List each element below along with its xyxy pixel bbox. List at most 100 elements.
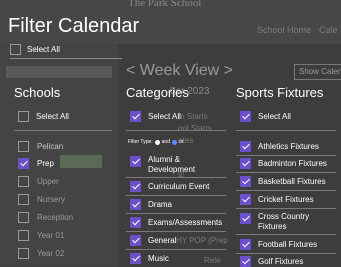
select-all-top-checkbox[interactable] (10, 44, 21, 55)
sports-select-all-checkbox[interactable] (240, 111, 251, 122)
sport-checkbox[interactable] (240, 213, 251, 224)
category-checkbox[interactable] (130, 235, 141, 246)
divider (126, 249, 226, 250)
school-checkbox[interactable] (18, 229, 29, 241)
category-item-music[interactable]: Music (130, 253, 169, 264)
schools-select-all-checkbox[interactable] (18, 111, 29, 122)
sport-checkbox[interactable] (240, 141, 251, 152)
sport-label: Basketball Fixtures (258, 176, 326, 186)
category-item-exams[interactable]: Exams/Assessments (130, 217, 222, 228)
category-item-alumni[interactable]: Alumni & Development (130, 155, 195, 175)
school-checkbox[interactable] (18, 157, 29, 169)
school-item-upper[interactable]: Upper (18, 172, 112, 190)
category-checkbox[interactable] (130, 217, 141, 228)
category-item-curriculum[interactable]: Curriculum Event (130, 181, 209, 192)
school-checkbox[interactable] (18, 247, 29, 259)
sport-label: Badminton Fixtures (258, 158, 327, 168)
school-item-nursery[interactable]: Nursery (18, 190, 112, 208)
schools-select-all[interactable]: Select All (18, 111, 69, 122)
school-item-year-02[interactable]: Year 02 (18, 244, 112, 262)
category-checkbox[interactable] (130, 181, 141, 192)
sport-checkbox[interactable] (240, 256, 251, 267)
filter-and-radio[interactable] (154, 139, 160, 145)
filter-title: Filter Calendar (8, 15, 140, 37)
background-event-line: HY POP (Prep (176, 236, 228, 245)
sport-checkbox[interactable] (240, 194, 251, 205)
school-checkbox[interactable] (18, 140, 29, 152)
schools-select-all-label: Select All (36, 111, 69, 121)
category-label-line1: Alumni & (148, 155, 181, 164)
category-label: Curriculum Event (148, 181, 210, 191)
filter-type-label: Filter Type: (128, 139, 153, 145)
sport-item-football[interactable]: Football Fixtures (240, 239, 317, 250)
divider (126, 213, 226, 214)
category-label: Exams/Assessments (148, 217, 223, 227)
filter-or-radio[interactable] (171, 139, 177, 145)
categories-select-all-label: Select All (148, 111, 181, 121)
category-label-line2: Development (148, 165, 196, 174)
school-label: Nursery (37, 194, 66, 204)
background-event-line: Rele (204, 256, 221, 265)
sport-item-badminton[interactable]: Badminton Fixtures (240, 158, 327, 169)
category-checkbox[interactable] (130, 253, 141, 264)
divider (126, 177, 226, 178)
divider (126, 130, 226, 131)
sport-label: Golf Fixtures (258, 256, 304, 266)
sport-item-basketball[interactable]: Basketball Fixtures (240, 176, 326, 187)
sport-checkbox[interactable] (240, 176, 251, 187)
school-label: Pelican (37, 141, 64, 151)
filter-type: Filter Type: and or (128, 139, 183, 145)
category-checkbox[interactable] (130, 199, 141, 210)
sport-checkbox[interactable] (240, 239, 251, 250)
background-week-view: < Week View > (126, 62, 234, 79)
school-label: Prep (37, 158, 54, 168)
school-checkbox[interactable] (18, 193, 29, 205)
divider (126, 195, 226, 196)
categories-heading: Categories (126, 85, 189, 100)
school-checkbox[interactable] (18, 211, 29, 223)
sport-item-athletics[interactable]: Athletics Fixtures (240, 141, 319, 152)
school-item-year-01[interactable]: Year 01 (18, 226, 112, 244)
category-item-general[interactable]: General (130, 235, 176, 246)
sport-label-line2: Fixtures (258, 222, 287, 231)
sport-checkbox[interactable] (240, 158, 251, 169)
select-all-top[interactable]: Select All (10, 44, 60, 55)
divider (10, 58, 122, 59)
divider (236, 190, 336, 191)
category-item-drama[interactable]: Drama (130, 199, 172, 210)
school-checkbox[interactable] (18, 175, 29, 187)
background-nav-calendar: Cale (319, 25, 338, 35)
category-label: Music (148, 253, 169, 263)
school-item-reception[interactable]: Reception (18, 208, 112, 226)
background-school-name: The Park School (128, 0, 202, 9)
sport-label: Cricket Fixtures (258, 194, 314, 204)
categories-select-all[interactable]: Select All (130, 111, 181, 122)
sports-select-all-label: Select All (258, 111, 291, 121)
divider (126, 231, 226, 232)
category-label: General (148, 235, 177, 245)
category-label: Alumni & Development (148, 155, 195, 175)
divider (14, 130, 112, 131)
divider (236, 208, 336, 209)
divider (236, 155, 336, 156)
divider (236, 234, 336, 235)
schools-heading: Schools (14, 85, 61, 100)
category-checkbox[interactable] (130, 156, 141, 167)
sports-heading: Sports Fixtures (236, 85, 324, 100)
divider (236, 253, 336, 254)
school-item-prep[interactable]: Prep (18, 154, 112, 172)
sports-select-all[interactable]: Select All (240, 111, 291, 122)
filter-and-label: and (161, 139, 170, 145)
filter-or-label: or (178, 139, 184, 145)
school-label: Upper (37, 176, 59, 186)
divider (236, 130, 336, 131)
background-mini-calendar (6, 66, 112, 78)
school-label: Year 01 (37, 230, 65, 240)
background-nav-home: School Home (257, 25, 312, 35)
sport-item-cricket[interactable]: Cricket Fixtures (240, 194, 314, 205)
school-item-pelican[interactable]: Pelican (18, 137, 112, 155)
divider (236, 172, 336, 173)
sport-item-golf[interactable]: Golf Fixtures (240, 256, 303, 267)
categories-select-all-checkbox[interactable] (130, 111, 141, 122)
sport-item-cross-country[interactable]: Cross Country Fixtures (240, 212, 309, 232)
